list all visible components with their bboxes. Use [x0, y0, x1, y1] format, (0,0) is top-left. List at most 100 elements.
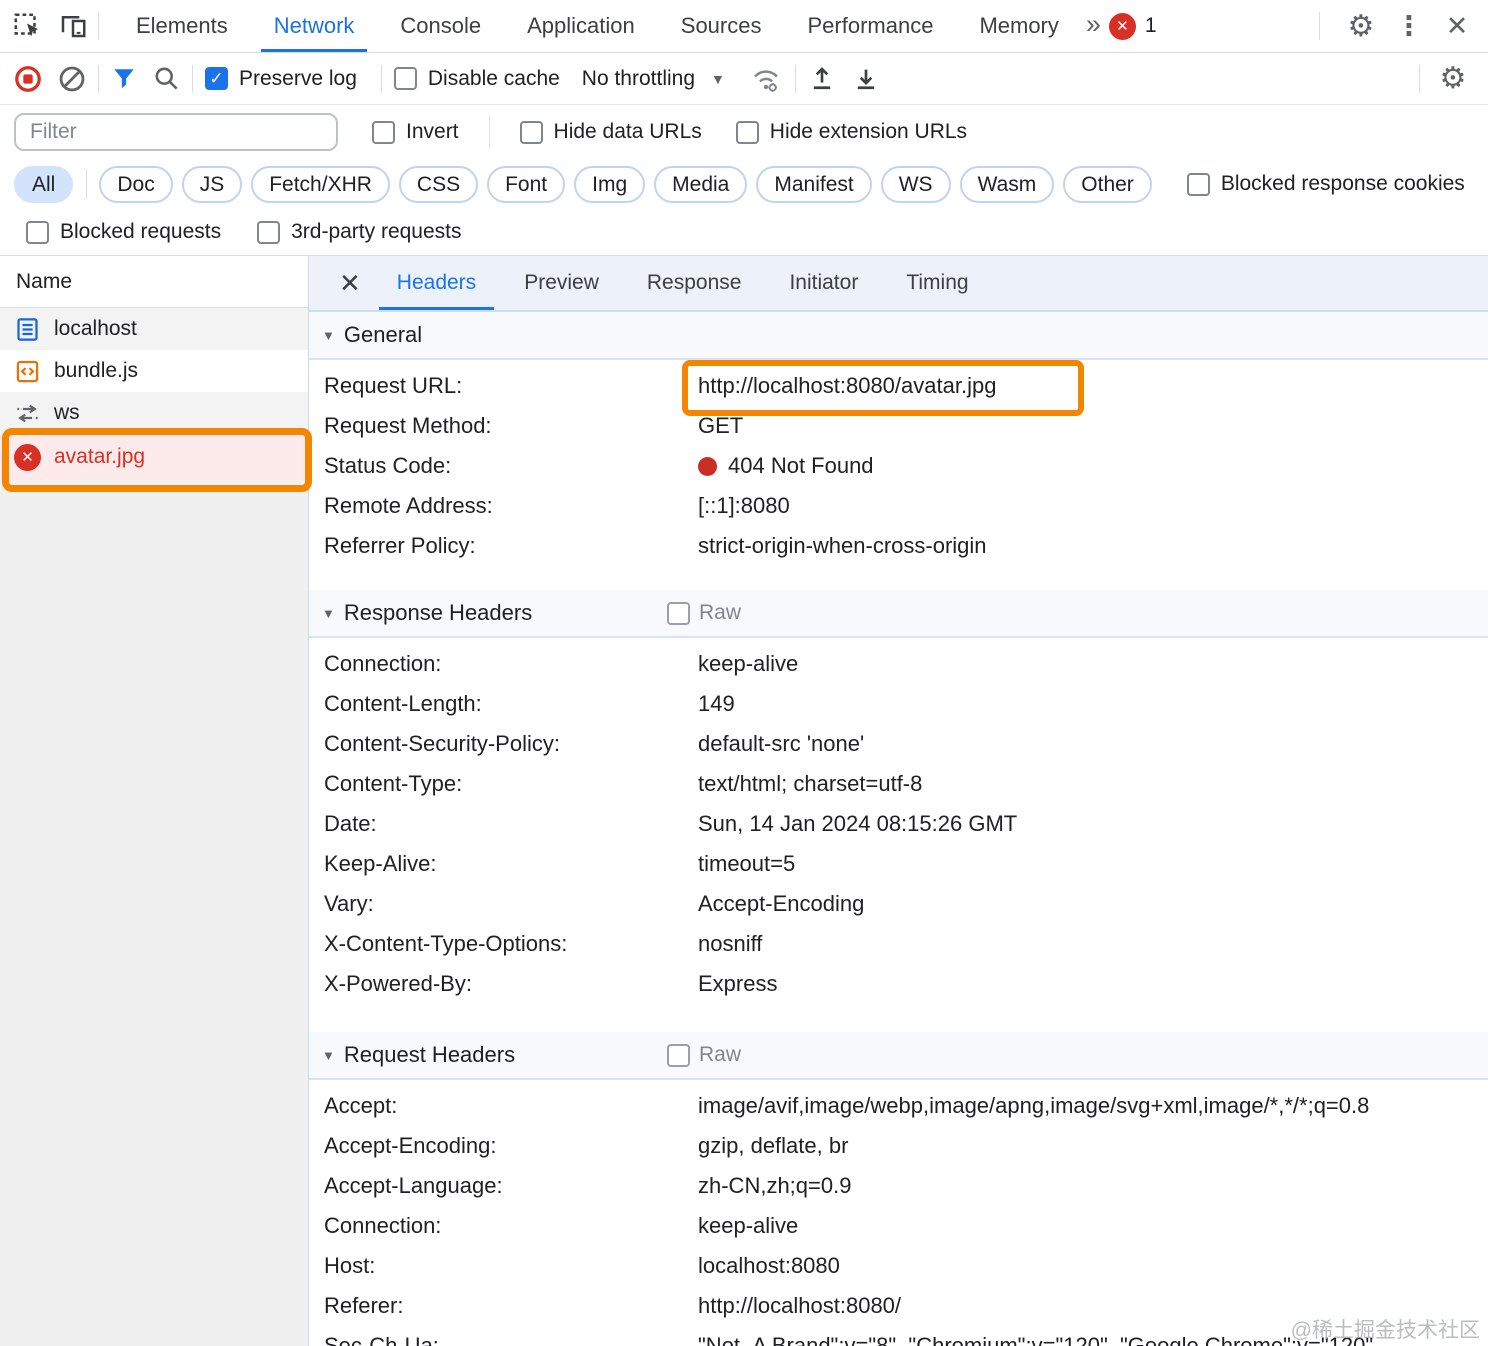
filter-pill-all[interactable]: All: [14, 165, 74, 203]
disable-cache-label: Disable cache: [427, 66, 560, 90]
header-row: Date: Sun, 14 Jan 2024 08:15:26 GMT: [309, 804, 1488, 844]
more-tabs-icon[interactable]: »: [1086, 9, 1101, 40]
kebab-menu-icon[interactable]: ⋮: [1388, 11, 1430, 42]
throttling-value: No throttling: [581, 66, 696, 90]
header-label: Content-Length:: [324, 691, 482, 716]
close-devtools-icon[interactable]: ✕: [1436, 11, 1478, 42]
import-har-icon[interactable]: [808, 65, 836, 93]
third-party-requests-checkbox[interactable]: [257, 220, 281, 244]
header-value: 149: [698, 691, 735, 716]
header-value: image/avif,image/webp,image/apng,image/s…: [698, 1093, 1370, 1118]
tab-preview[interactable]: Preview: [500, 256, 623, 310]
header-row: Content-Security-Policy: default-src 'no…: [309, 724, 1488, 764]
header-label: Vary:: [324, 891, 374, 916]
filter-funnel-icon[interactable]: [111, 66, 137, 92]
raw-response-checkbox[interactable]: [667, 601, 690, 625]
tab-memory[interactable]: Memory: [956, 0, 1081, 52]
filter-pill-wasm[interactable]: Wasm: [959, 165, 1055, 203]
header-value: strict-origin-when-cross-origin: [698, 533, 987, 558]
network-conditions-icon[interactable]: [749, 64, 783, 94]
header-label: X-Powered-By:: [324, 971, 472, 996]
raw-label: Raw: [699, 1043, 742, 1066]
filter-pill-manifest[interactable]: Manifest: [756, 165, 872, 203]
header-value: Accept-Encoding: [698, 891, 865, 916]
tab-elements[interactable]: Elements: [113, 0, 251, 52]
request-name: ws: [54, 401, 80, 424]
hide-extension-urls-group: Hide extension URLs: [735, 120, 967, 144]
tab-application[interactable]: Application: [504, 0, 658, 52]
section-title: Response Headers: [343, 600, 533, 625]
tab-performance[interactable]: Performance: [784, 0, 956, 52]
error-badge-icon[interactable]: ✕: [1108, 12, 1136, 40]
tab-console[interactable]: Console: [377, 0, 504, 52]
filter-pill-img[interactable]: Img: [574, 165, 646, 203]
section-request-headers[interactable]: ▼ Request Headers Raw: [309, 1032, 1488, 1080]
request-row-ws[interactable]: ws: [0, 392, 308, 434]
header-row: X-Content-Type-Options: nosniff: [309, 924, 1488, 964]
throttling-dropdown[interactable]: No throttling ▼: [582, 67, 725, 91]
filter-input[interactable]: [14, 113, 338, 151]
hide-data-urls-checkbox[interactable]: [519, 120, 543, 144]
third-party-requests-group: 3rd-party requests: [257, 220, 462, 244]
disclosure-triangle-icon: ▼: [322, 327, 335, 343]
name-column-header[interactable]: Name: [0, 256, 308, 308]
tab-headers[interactable]: Headers: [373, 256, 500, 310]
raw-label: Raw: [699, 601, 742, 624]
section-title: Request Headers: [343, 1042, 516, 1067]
export-har-icon[interactable]: [852, 65, 880, 93]
header-value: Sun, 14 Jan 2024 08:15:26 GMT: [698, 811, 1018, 836]
tab-timing[interactable]: Timing: [882, 256, 992, 310]
divider: [98, 12, 99, 40]
request-row-bundle-js[interactable]: bundle.js: [0, 350, 308, 392]
header-row: Accept: image/avif,image/webp,image/apng…: [309, 1086, 1488, 1126]
device-toolbar-icon[interactable]: [58, 11, 88, 41]
header-value: keep-alive: [698, 651, 799, 676]
header-value: 404 Not Found: [698, 453, 874, 479]
header-value: zh-CN,zh;q=0.9: [698, 1173, 852, 1198]
request-row-localhost[interactable]: localhost: [0, 308, 308, 350]
settings-gear-icon[interactable]: ⚙: [1340, 9, 1382, 44]
header-value: GET: [698, 413, 744, 438]
close-detail-icon[interactable]: ✕: [327, 256, 373, 310]
header-row-request-method: Request Method: GET: [309, 406, 1488, 446]
record-network-log-icon[interactable]: [14, 65, 42, 93]
header-value: keep-alive: [698, 1213, 799, 1238]
tab-initiator[interactable]: Initiator: [765, 256, 882, 310]
tab-network[interactable]: Network: [251, 0, 378, 52]
raw-request-checkbox[interactable]: [667, 1043, 690, 1067]
tab-sources[interactable]: Sources: [658, 0, 785, 52]
error-icon: ✕: [14, 443, 41, 471]
clear-network-log-icon[interactable]: [58, 65, 86, 93]
section-response-headers[interactable]: ▼ Response Headers Raw: [309, 590, 1488, 638]
filter-pill-font[interactable]: Font: [487, 165, 566, 203]
hide-extension-urls-checkbox[interactable]: [735, 120, 759, 144]
header-value: gzip, deflate, br: [698, 1133, 849, 1158]
filter-pill-fetch-xhr[interactable]: Fetch/XHR: [251, 165, 390, 203]
invert-checkbox[interactable]: [372, 120, 395, 144]
header-row: Vary: Accept-Encoding: [309, 884, 1488, 924]
blocked-requests-checkbox[interactable]: [26, 220, 49, 244]
header-row-referrer-policy: Referrer Policy: strict-origin-when-cros…: [309, 526, 1488, 566]
header-row: Content-Type: text/html; charset=utf-8: [309, 764, 1488, 804]
filter-pill-css[interactable]: CSS: [398, 165, 479, 203]
header-row: X-Powered-By: Express: [309, 964, 1488, 1004]
preserve-log-checkbox[interactable]: ✓: [205, 67, 228, 90]
header-label: Referer:: [324, 1293, 404, 1318]
header-row-request-url: Request URL: http://localhost:8080/avata…: [309, 366, 1488, 406]
blocked-response-cookies-checkbox[interactable]: [1186, 172, 1210, 196]
filter-pill-doc[interactable]: Doc: [99, 165, 173, 203]
tab-response[interactable]: Response: [623, 256, 766, 310]
disclosure-triangle-icon: ▼: [322, 1047, 335, 1063]
header-label: Remote Address:: [324, 493, 493, 518]
filter-pill-other[interactable]: Other: [1063, 165, 1152, 203]
disable-cache-checkbox[interactable]: [393, 67, 417, 90]
search-icon[interactable]: [153, 65, 180, 92]
header-label: Request Method:: [324, 413, 492, 438]
filter-pill-ws[interactable]: WS: [880, 165, 951, 203]
filter-pill-media[interactable]: Media: [654, 165, 748, 203]
request-row-avatar-jpg[interactable]: ✕ avatar.jpg: [0, 434, 308, 480]
network-settings-gear-icon[interactable]: ⚙: [1432, 61, 1474, 96]
section-general[interactable]: ▼ General: [309, 312, 1488, 360]
filter-pill-js[interactable]: JS: [181, 165, 243, 203]
inspect-element-icon[interactable]: [12, 11, 42, 41]
